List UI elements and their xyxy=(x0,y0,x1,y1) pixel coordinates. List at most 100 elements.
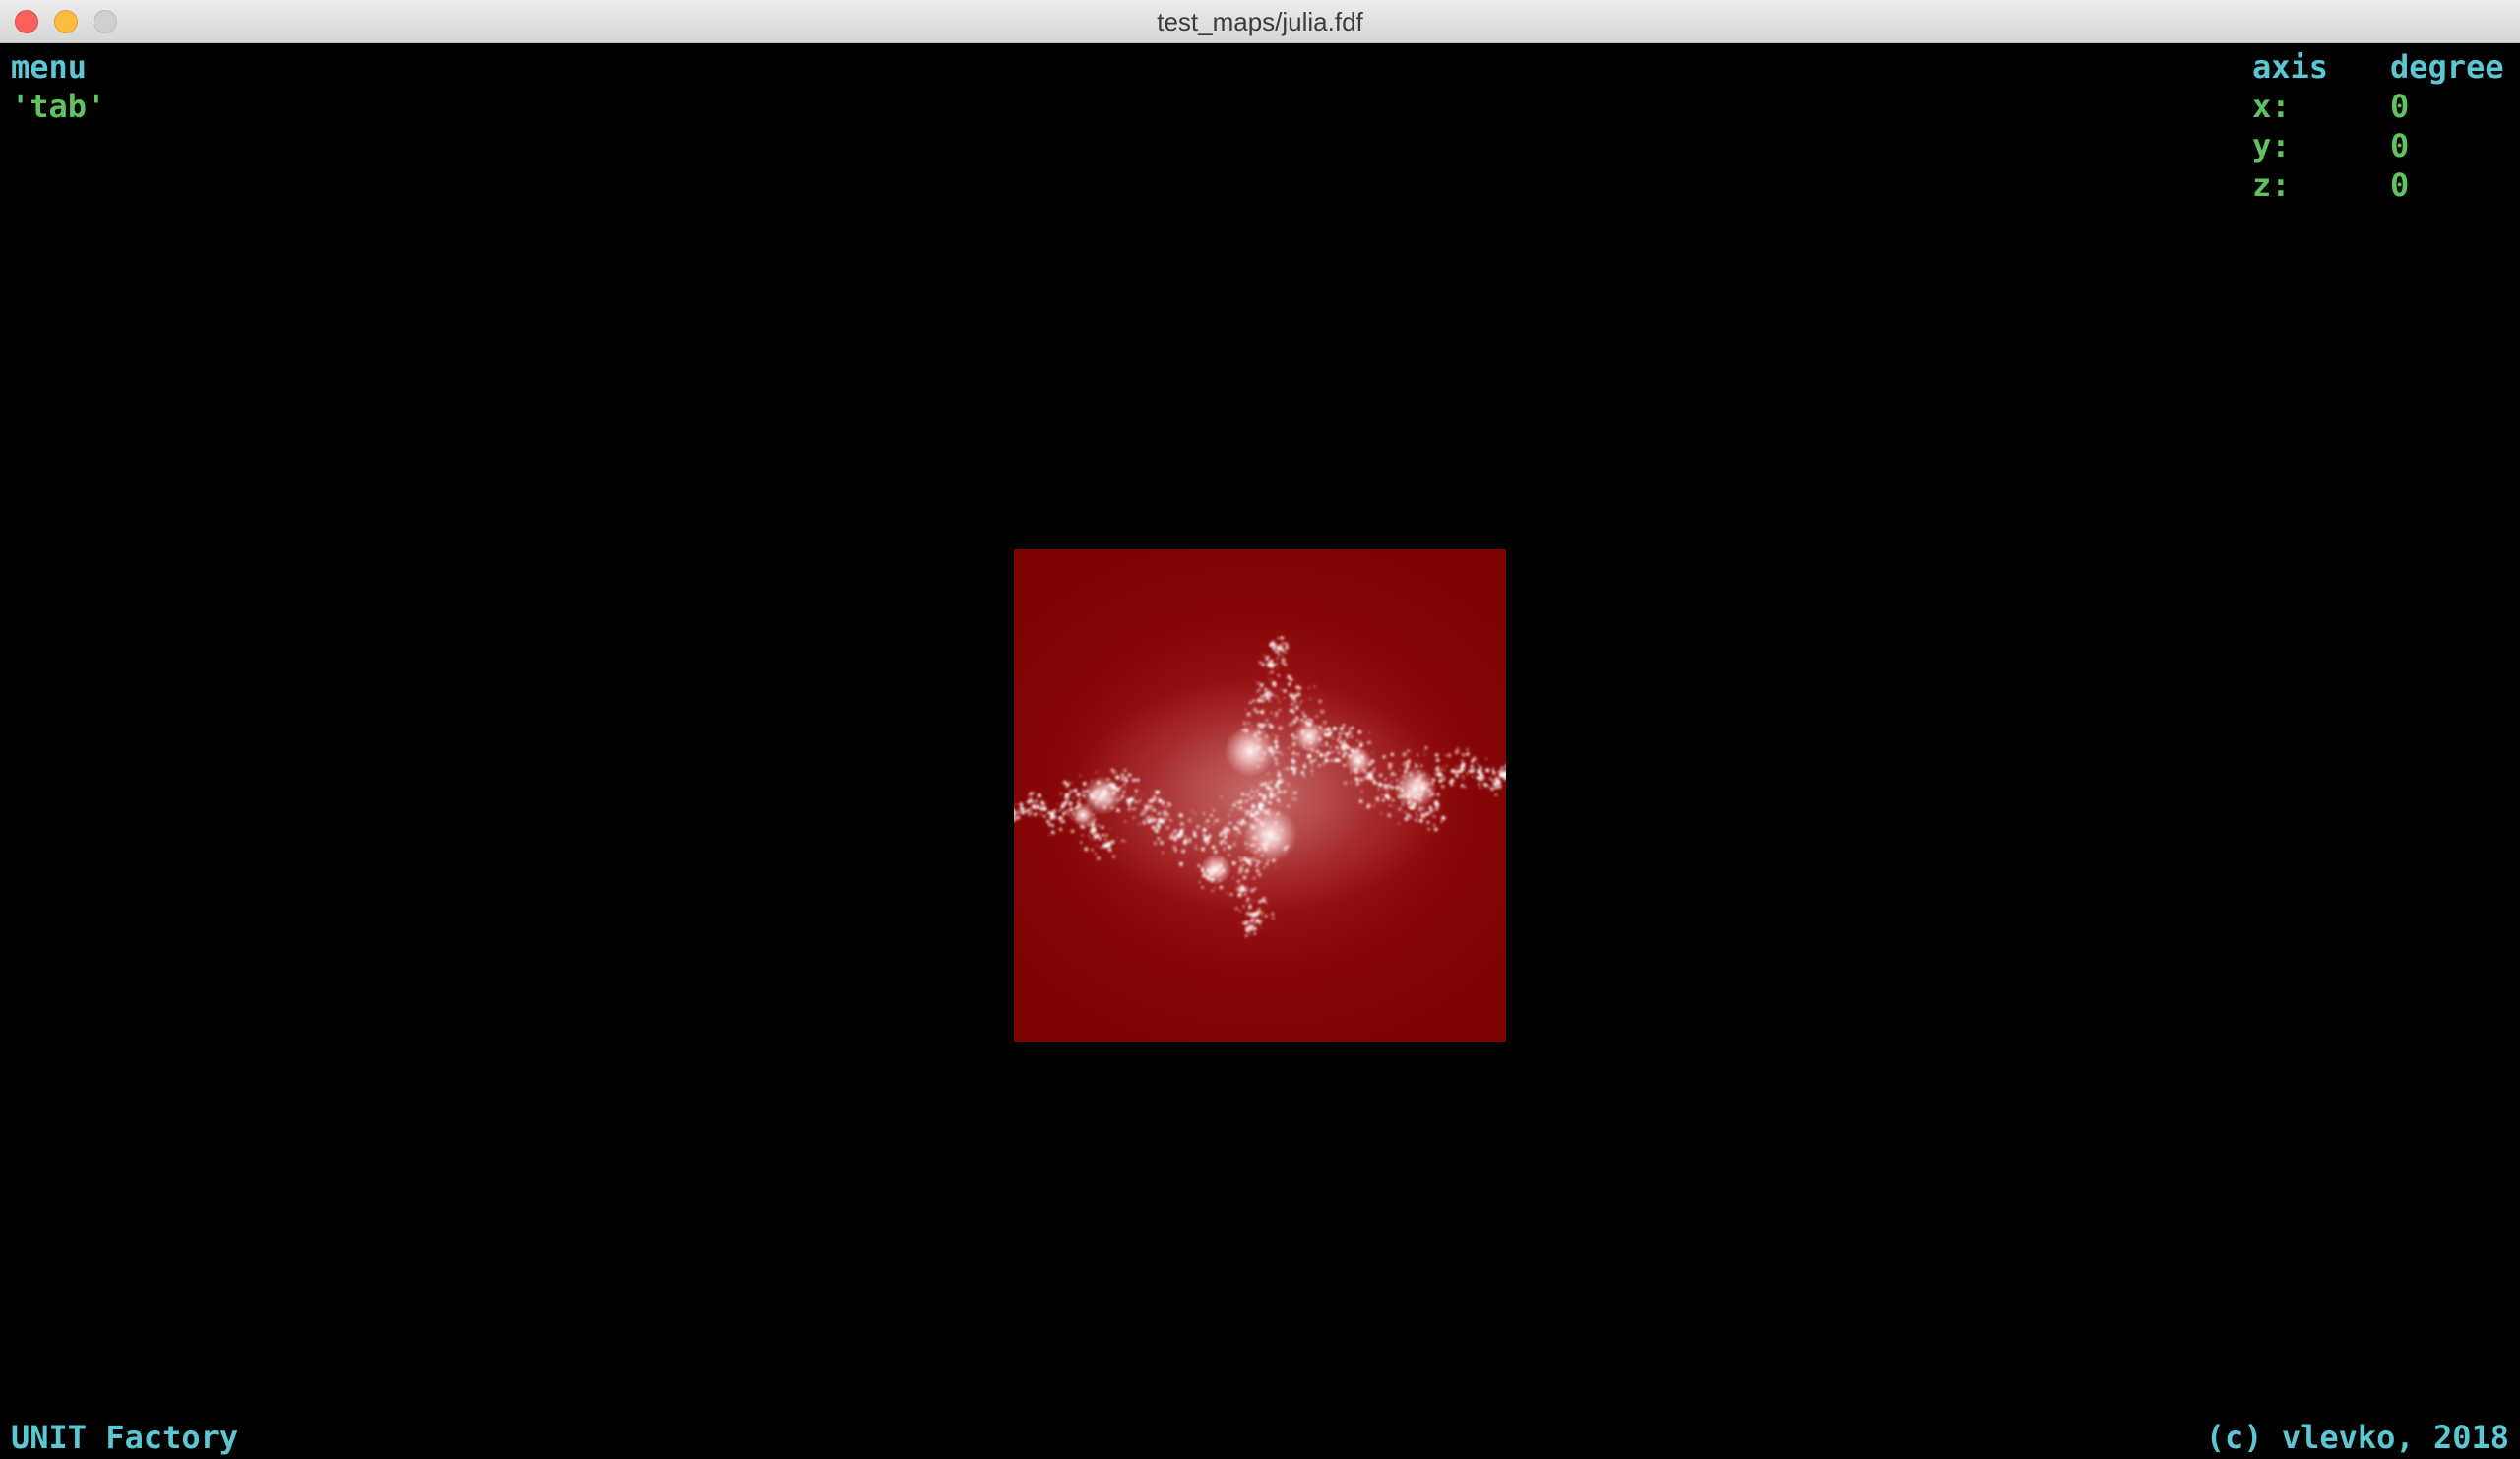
fractal-glow xyxy=(1242,807,1297,862)
fractal-speck xyxy=(1299,702,1301,705)
fractal-speck xyxy=(1329,758,1332,760)
fractal-speck xyxy=(1444,754,1447,757)
fractal-speck xyxy=(1390,780,1393,784)
fractal-speck xyxy=(1262,723,1267,728)
fractal-speck xyxy=(1277,697,1279,699)
fractal-speck xyxy=(1281,658,1286,663)
fractal-speck xyxy=(1450,768,1456,774)
fractal-speck xyxy=(1257,908,1261,911)
fractal-speck xyxy=(1478,782,1480,786)
fractal-speck xyxy=(1069,801,1073,805)
fractal-speck xyxy=(1289,708,1293,713)
fractal-speck xyxy=(1268,690,1271,693)
fractal-speck xyxy=(1438,778,1443,783)
fractal-speck xyxy=(1016,815,1021,820)
fractal-speck xyxy=(1237,869,1243,874)
fractal-speck xyxy=(1207,825,1210,827)
menu-hint: 'tab' xyxy=(11,88,106,125)
fractal-speck xyxy=(1219,842,1223,845)
fractal-speck xyxy=(1254,791,1256,793)
fractal-speck xyxy=(1461,752,1464,756)
fractal-speck xyxy=(1273,642,1277,646)
fractal-speck xyxy=(1048,823,1052,827)
fractal-speck xyxy=(1213,819,1218,823)
fractal-speck xyxy=(1256,910,1258,912)
fractal-speck xyxy=(1231,877,1234,880)
fractal-speck xyxy=(1233,833,1236,835)
fractal-speck xyxy=(1479,786,1481,789)
fractal-speck xyxy=(1348,727,1352,730)
fractal-speck xyxy=(1203,823,1205,825)
fractal-speck xyxy=(1178,838,1180,840)
fractal-speck xyxy=(1426,813,1429,816)
fractal-speck xyxy=(1407,749,1411,753)
fractal-speck xyxy=(1056,802,1058,805)
fractal-speck xyxy=(1359,778,1364,782)
fractal-speck xyxy=(1247,722,1251,725)
fractal-speck xyxy=(1089,829,1094,834)
fractal-speck xyxy=(1382,755,1386,759)
fractal-speck xyxy=(1084,847,1089,852)
fractal-speck xyxy=(1238,799,1243,804)
fractal-speck xyxy=(1264,687,1268,692)
fractal-speck xyxy=(1250,888,1255,893)
fractal-speck xyxy=(1050,816,1054,820)
fractal-speck xyxy=(1502,779,1505,781)
fractal-speck xyxy=(1262,896,1267,901)
fractal-speck xyxy=(1436,793,1440,796)
fractal-glow xyxy=(1200,854,1231,885)
fractal-speck xyxy=(1277,637,1280,640)
fractal-speck xyxy=(1251,809,1254,812)
fractal-speck xyxy=(1261,861,1264,863)
fractal-speck xyxy=(1234,907,1238,911)
fractal-speck xyxy=(1256,789,1259,792)
fractal-speck xyxy=(1339,727,1344,731)
fractal-speck xyxy=(1364,776,1368,780)
fractal-speck xyxy=(1301,720,1303,722)
fractal-speck xyxy=(1326,751,1330,755)
fractal-speck xyxy=(1028,808,1032,812)
fractal-speck xyxy=(1238,856,1241,859)
fractal-speck xyxy=(1142,820,1147,825)
fractal-speck xyxy=(1029,796,1033,800)
render-canvas[interactable]: menu 'tab' axis degree x: 0 y: 0 z: 0 UN… xyxy=(0,43,2520,1459)
fractal-speck xyxy=(1250,790,1254,793)
fractal-speck xyxy=(1253,932,1257,935)
fractal-speck xyxy=(1296,752,1300,756)
fractal-speck xyxy=(1155,790,1160,794)
fractal-speck xyxy=(1244,708,1247,710)
fractal-speck xyxy=(1269,780,1273,784)
fractal-speck xyxy=(1120,777,1125,781)
fractal-speck xyxy=(1478,764,1480,767)
fractal-speck xyxy=(1135,793,1137,796)
fractal-speck xyxy=(1183,827,1185,829)
fractal-speck xyxy=(1249,930,1251,932)
fractal-speck xyxy=(1035,812,1038,814)
fractal-speck xyxy=(1432,823,1436,827)
fractal-glow xyxy=(1293,721,1325,752)
fractal-speck xyxy=(1202,812,1206,815)
fractal-speck xyxy=(1246,712,1251,717)
fractal-speck xyxy=(1243,923,1246,926)
fractal-speck xyxy=(1095,833,1098,835)
fractal-speck xyxy=(1472,776,1474,778)
fractal-speck xyxy=(1233,827,1236,830)
fractal-speck xyxy=(1229,892,1233,897)
fractal-speck xyxy=(1224,835,1228,839)
fractal-speck xyxy=(1329,759,1332,762)
fractal-speck xyxy=(1268,801,1271,804)
fractal-speck xyxy=(1313,758,1317,762)
fractal-speck xyxy=(1420,764,1423,767)
fractal-speck xyxy=(1377,800,1379,803)
fractal-speck xyxy=(1152,808,1157,812)
fractal-speck xyxy=(1359,741,1362,744)
fractal-speck xyxy=(1244,869,1249,874)
fractal-speck xyxy=(1150,810,1153,812)
fractal-speck xyxy=(1480,777,1484,782)
fractal-speck xyxy=(1464,785,1467,789)
fractal-speck xyxy=(1249,933,1251,935)
fractal-speck xyxy=(1449,780,1453,785)
fractal-speck xyxy=(1263,692,1266,695)
fractal-speck xyxy=(1234,801,1237,804)
fractal-speck xyxy=(1258,910,1262,913)
